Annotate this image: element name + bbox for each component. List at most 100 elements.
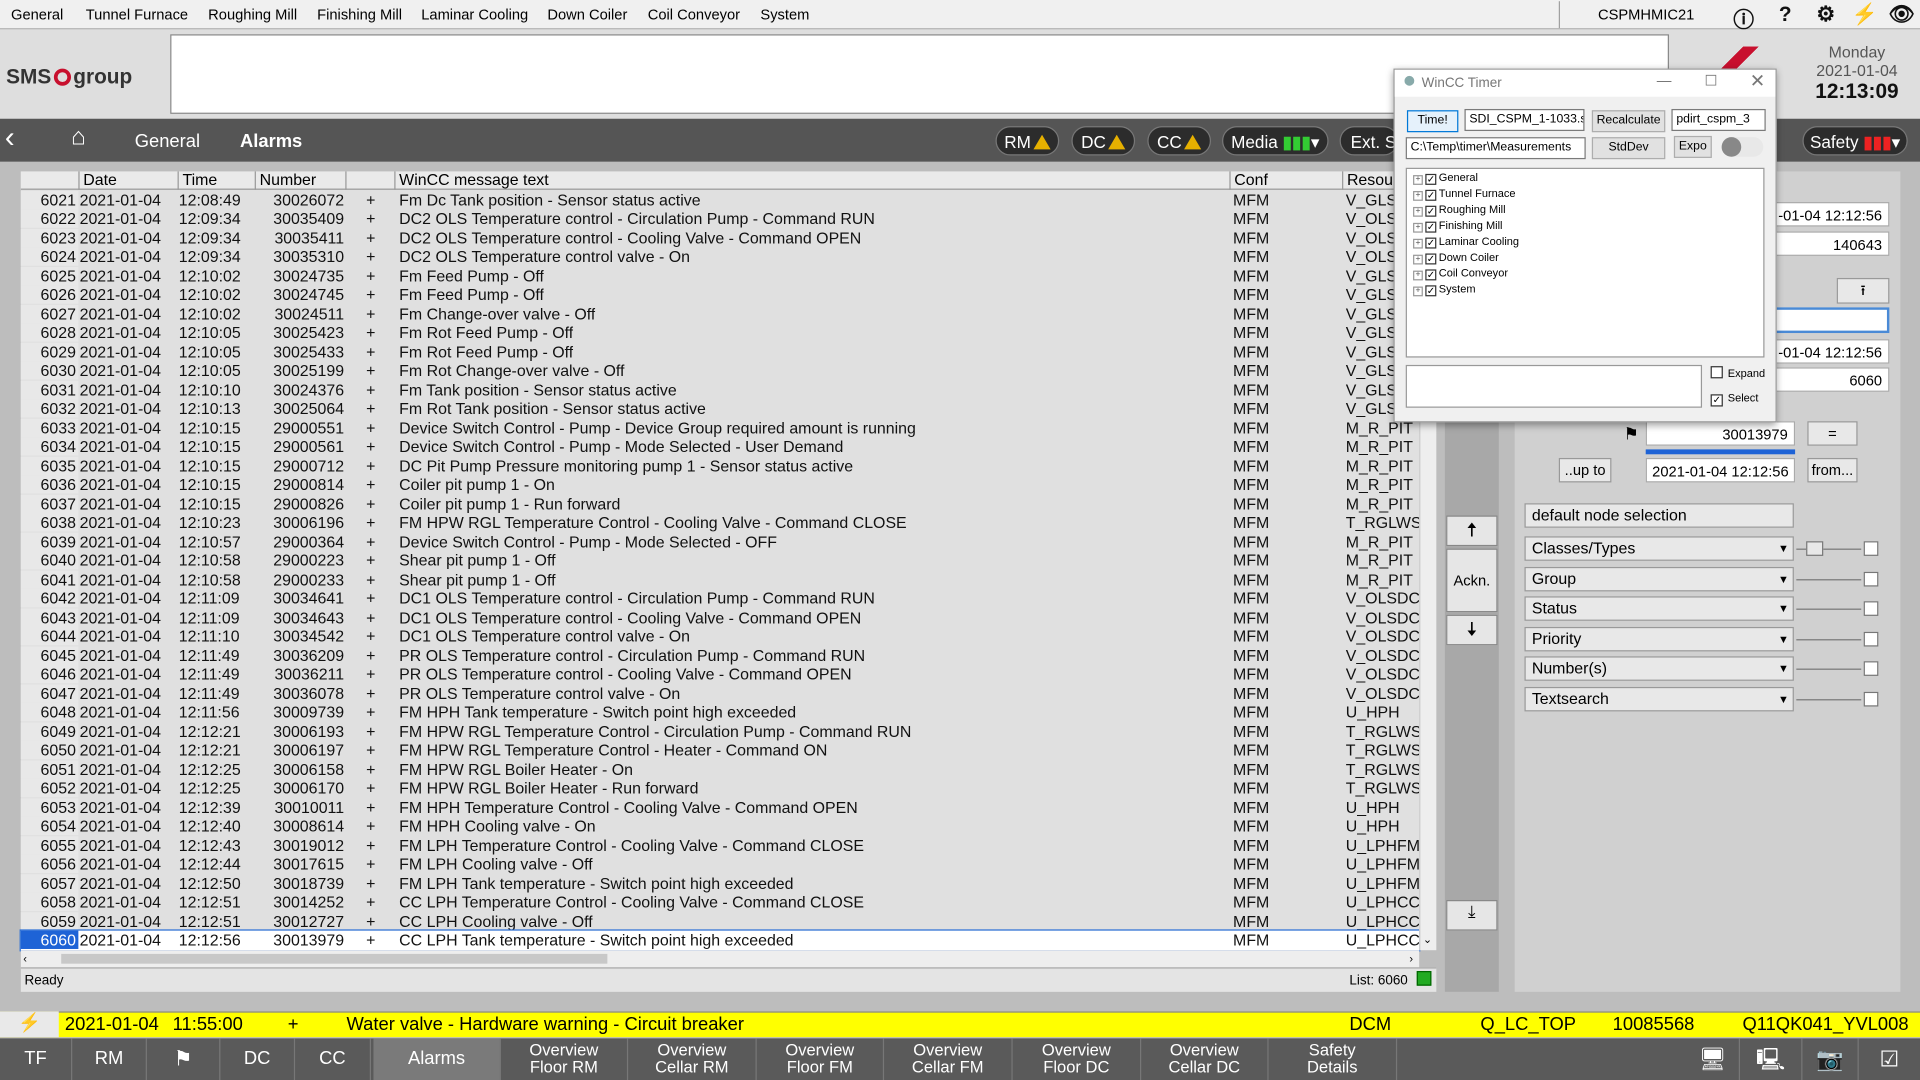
table-row[interactable]: 6035 2021-01-04 12:10:15 29000712 + DC Pit Pu… [20, 456, 1419, 475]
filter-classes-types[interactable]: Classes/Types ▼ [1524, 536, 1794, 561]
table-row[interactable]: 6050 2021-01-04 12:12:21 30006197 + FM HPW RG… [20, 740, 1419, 760]
eye-icon[interactable]: 👁 [1881, 2, 1920, 26]
expand-checkbox[interactable]: Expand [1710, 366, 1765, 380]
filter-checkbox[interactable] [1863, 601, 1879, 616]
filter-checkbox[interactable] [1863, 541, 1879, 556]
select-checkbox[interactable]: ✓ Select [1710, 392, 1758, 407]
table-row[interactable]: 6037 2021-01-04 12:10:15 29000826 + Coiler pi… [20, 494, 1419, 513]
table-row[interactable]: 6046 2021-01-04 12:11:49 30036211 + PR OLS Te… [20, 664, 1419, 684]
rm-status-pill[interactable]: RM [995, 126, 1060, 156]
table-row[interactable]: 6043 2021-01-04 12:11:09 30034643 + DC1 OLS T… [20, 607, 1419, 627]
start-time-field[interactable]: -01-04 12:12:56 [1763, 202, 1890, 227]
maximize-icon[interactable]: ☐ [1704, 72, 1717, 89]
scroll-left-icon[interactable]: ‹ [23, 953, 27, 965]
tree-item-laminar-cooling[interactable]: + ✓ Laminar Cooling [1413, 234, 1519, 249]
node-selection-field[interactable]: default node selection [1524, 503, 1794, 528]
table-row[interactable]: 6029 2021-01-04 12:10:05 30025433 + Fm Rot Fe… [20, 342, 1419, 361]
current-alarm-line[interactable]: 2021-01-04 11:55:00 + Water valve - Hard… [0, 1011, 1920, 1038]
table-row[interactable]: 6048 2021-01-04 12:11:56 30009739 + FM HPH Ta… [20, 702, 1419, 722]
tree-item-tunnel-furnace[interactable]: + ✓ Tunnel Furnace [1413, 186, 1516, 201]
tree-item-roughing-mill[interactable]: + ✓ Roughing Mill [1413, 202, 1506, 217]
nav-overview-cellar-fm[interactable]: Overview Cellar FM [884, 1038, 1013, 1080]
close-icon[interactable]: ✕ [1750, 70, 1765, 92]
equal-button[interactable]: = [1807, 421, 1858, 446]
table-row[interactable]: 6027 2021-01-04 12:10:02 30024511 + Fm Change… [20, 304, 1419, 323]
pdir-field[interactable]: pdirt_cspm_3 [1671, 108, 1766, 132]
menu-coil-conveyor[interactable]: Coil Conveyor [648, 6, 740, 23]
scroll-down-icon[interactable]: ⌄ [1423, 933, 1432, 946]
filter-checkbox[interactable] [1863, 691, 1879, 707]
table-row[interactable]: 6022 2021-01-04 12:09:34 30035409 + DC2 OLS T… [20, 209, 1419, 228]
filter-checkbox[interactable] [1863, 571, 1879, 587]
table-row[interactable]: 6047 2021-01-04 12:11:49 30036078 + PR OLS Te… [20, 683, 1419, 703]
table-row[interactable]: 6040 2021-01-04 12:10:58 29000223 + Shear pit… [20, 551, 1419, 570]
nav-overview-cellar-dc[interactable]: Overview Cellar DC [1141, 1038, 1269, 1080]
cc-status-pill[interactable]: CC [1147, 126, 1212, 156]
table-row[interactable]: 6044 2021-01-04 12:11:10 30034542 + DC1 OLS T… [20, 626, 1419, 646]
tree-item-coil-conveyor[interactable]: + ✓ Coil Conveyor [1413, 266, 1508, 281]
table-row[interactable]: 6030 2021-01-04 12:10:05 30025199 + Fm Rot Ch… [20, 361, 1419, 380]
menu-system[interactable]: System [760, 6, 809, 23]
toggle-switch[interactable] [1721, 137, 1764, 157]
nav-safety-details[interactable]: Safety Details [1269, 1038, 1398, 1080]
filter-checkbox[interactable] [1863, 661, 1879, 676]
dialog-output-area[interactable] [1405, 364, 1703, 408]
table-row[interactable]: 6023 2021-01-04 12:09:34 30035411 + DC2 OLS T… [20, 228, 1419, 247]
nav-overview-floor-dc[interactable]: Overview Floor DC [1013, 1038, 1142, 1080]
table-row[interactable]: 6036 2021-01-04 12:10:15 29000814 + Coiler pi… [20, 475, 1419, 494]
nav-dc[interactable]: DC [220, 1038, 296, 1080]
filter-toggle[interactable] [1806, 541, 1824, 556]
menu-laminar-cooling[interactable]: Laminar Cooling [421, 6, 528, 23]
help-icon[interactable]: ? [1764, 2, 1806, 26]
table-row[interactable]: 6053 2021-01-04 12:12:39 30010011 + FM HPH Te… [20, 797, 1419, 817]
export-icon[interactable] [1416, 971, 1432, 986]
camera-icon[interactable]: 📷 [1802, 1038, 1859, 1080]
col-date[interactable]: Date [80, 171, 179, 190]
breadcrumb-general[interactable]: General [135, 131, 200, 152]
filter-status[interactable]: Status ▼ [1524, 596, 1794, 621]
table-row[interactable]: 6032 2021-01-04 12:10:13 30025064 + Fm Rot Ta… [20, 399, 1419, 418]
dc-status-pill[interactable]: DC [1071, 126, 1136, 156]
tree-item-down-coiler[interactable]: + ✓ Down Coiler [1413, 250, 1499, 265]
menu-finishing-mill[interactable]: Finishing Mill [317, 6, 402, 23]
col-message[interactable]: WinCC message text [396, 171, 1231, 190]
table-row[interactable]: 6054 2021-01-04 12:12:40 30008614 + FM HPH Co… [20, 816, 1419, 836]
checkbox-icon[interactable]: ☑ [1859, 1038, 1920, 1080]
tree-item-finishing-mill[interactable]: + ✓ Finishing Mill [1413, 218, 1502, 233]
nav-alarms[interactable]: Alarms [373, 1038, 501, 1080]
gear-icon[interactable]: ⚙ [1805, 2, 1847, 26]
stddev-button[interactable]: StdDev [1591, 137, 1666, 160]
up-to-date-field[interactable]: 2021-01-04 12:12:56 [1645, 457, 1796, 483]
flag-icon[interactable]: ⚑ [147, 1038, 221, 1080]
table-row[interactable]: 6056 2021-01-04 12:12:44 30017615 + FM LPH Co… [20, 854, 1419, 874]
filter-checkbox[interactable] [1863, 631, 1879, 647]
minimize-icon[interactable]: — [1657, 72, 1672, 89]
nav-overview-floor-rm[interactable]: Overview Floor RM [501, 1038, 629, 1080]
col-number[interactable]: Number [256, 171, 347, 190]
tree-item-system[interactable]: + ✓ System [1413, 282, 1476, 297]
end-count-field[interactable]: 6060 [1763, 367, 1890, 392]
monitor-settings-icon[interactable]: 🖳 [1740, 1038, 1803, 1080]
table-row[interactable]: 6058 2021-01-04 12:12:51 30014252 + CC LPH Te… [20, 892, 1419, 912]
ackn-button[interactable]: Ackn. [1446, 548, 1498, 613]
filter-textsearch[interactable]: Textsearch ▼ [1524, 686, 1794, 712]
nav-overview-cellar-rm[interactable]: Overview Cellar RM [628, 1038, 757, 1080]
arrow-down-icon[interactable]: 🠇 [1446, 614, 1498, 646]
table-row[interactable]: 6051 2021-01-04 12:12:25 30006158 + FM HPW RG… [20, 759, 1419, 779]
nav-overview-floor-fm[interactable]: Overview Floor FM [757, 1038, 885, 1080]
sql-file-field[interactable]: SDI_CSPM_1-1033.sql [1464, 108, 1585, 132]
table-row[interactable]: 6057 2021-01-04 12:12:50 30018739 + FM LPH Ta… [20, 873, 1419, 893]
table-row[interactable]: 6024 2021-01-04 12:09:34 30035310 + DC2 OLS T… [20, 247, 1419, 266]
tree-item-general[interactable]: + ✓ General [1413, 170, 1478, 185]
table-row[interactable]: 6045 2021-01-04 12:11:49 30036209 + PR OLS Te… [20, 645, 1419, 665]
table-row[interactable]: 6021 2021-01-04 12:08:49 30026072 + Fm Dc Tan… [20, 190, 1419, 209]
ext-status-pill[interactable]: Ext. S [1339, 126, 1399, 156]
filter-priority[interactable]: Priority ▼ [1524, 626, 1794, 652]
back-arrow-icon[interactable]: ‹ [5, 121, 15, 155]
time-button[interactable]: Time! [1406, 110, 1459, 133]
table-row[interactable]: 6055 2021-01-04 12:12:43 30019012 + FM LPH Te… [20, 835, 1419, 855]
nav-rm[interactable]: RM [72, 1038, 147, 1080]
table-row[interactable]: 6034 2021-01-04 12:10:15 29000561 + Device Sw… [20, 437, 1419, 456]
col-time[interactable]: Time [179, 171, 256, 190]
menu-general[interactable]: General [11, 6, 63, 23]
